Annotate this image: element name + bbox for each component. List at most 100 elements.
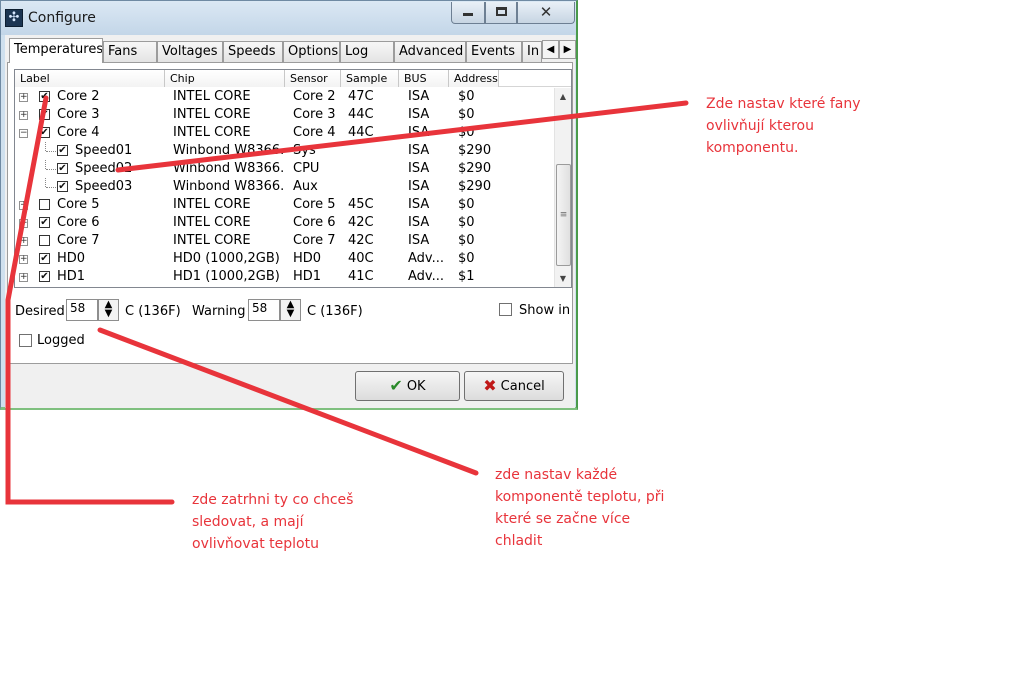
tree-expander-icon[interactable]: + [19, 273, 28, 282]
tree-expander-icon[interactable]: + [19, 93, 28, 102]
tab-speeds[interactable]: Speeds [223, 41, 283, 62]
sensor-checkbox[interactable] [39, 199, 50, 210]
label-cell: Core 6 [57, 215, 100, 230]
sensor-checkbox[interactable]: ✔ [39, 217, 50, 228]
address-cell: $0 [458, 125, 475, 140]
sensor-checkbox[interactable]: ✔ [39, 271, 50, 282]
table-row[interactable]: ✔ Speed03 Winbond W8366... Aux ISA $290 [15, 178, 545, 196]
ok-button[interactable]: ✔ OK [355, 371, 460, 401]
column-header-sample[interactable]: Sample [341, 70, 399, 87]
tab-in[interactable]: In [522, 41, 542, 62]
tab-advanced[interactable]: Advanced [394, 41, 466, 62]
warning-input[interactable]: 58 [248, 299, 280, 321]
tab-log[interactable]: Log [340, 41, 394, 62]
column-header-chip[interactable]: Chip [165, 70, 285, 87]
tree-expander-icon[interactable]: + [19, 255, 28, 264]
label-cell: Core 3 [57, 107, 100, 122]
table-row[interactable]: ✔ Speed01 Winbond W8366... Sys ISA $290 [15, 142, 545, 160]
table-row[interactable]: + ✔ Core 3 INTEL CORE Core 3 44C ISA $0 [15, 106, 545, 124]
table-row[interactable]: + ✔ HD1 HD1 (1000,2GB) HD1 41C Adv... $1 [15, 268, 545, 286]
table-row[interactable]: + ✔ HD0 HD0 (1000,2GB) HD0 40C Adv... $0 [15, 250, 545, 268]
address-cell: $290 [458, 179, 492, 194]
desired-input[interactable]: 58 [66, 299, 98, 321]
tab-strip: Temperatures Fans Voltages Speeds Option… [7, 38, 576, 63]
tab-scroll-left-button[interactable]: ◀ [542, 40, 559, 59]
list-header: Label Chip Sensor Sample BUS Address [15, 70, 571, 87]
column-header-label[interactable]: Label [15, 70, 165, 87]
column-header-bus[interactable]: BUS [399, 70, 449, 87]
show-in-checkbox[interactable] [499, 303, 512, 316]
chip-cell: HD0 (1000,2GB) [173, 251, 280, 266]
table-row[interactable]: + ✔ Core 6 INTEL CORE Core 6 42C ISA $0 [15, 214, 545, 232]
sensor-cell: Core 5 [293, 197, 336, 212]
scroll-thumb[interactable]: ≡ [556, 164, 571, 266]
cancel-button[interactable]: ✖ Cancel [464, 371, 564, 401]
sensor-checkbox[interactable] [39, 235, 50, 246]
table-row[interactable]: + ✔ Core 2 INTEL CORE Core 2 47C ISA $0 [15, 88, 545, 106]
close-button[interactable]: ✕ [517, 2, 575, 24]
sensor-checkbox[interactable]: ✔ [57, 163, 68, 174]
bus-cell: ISA [408, 161, 430, 176]
tab-temperatures[interactable]: Temperatures [9, 38, 103, 63]
tree-expander-icon[interactable]: + [19, 201, 28, 210]
sensor-checkbox[interactable]: ✔ [57, 145, 68, 156]
desired-label: Desired [15, 304, 65, 319]
tree-expander-icon[interactable]: + [19, 111, 28, 120]
maximize-button[interactable] [485, 2, 517, 24]
sensor-list[interactable]: Label Chip Sensor Sample BUS Address + ✔ C… [14, 69, 572, 288]
label-cell: HD1 [57, 269, 86, 284]
sensor-cell: HD0 [293, 251, 322, 266]
address-cell: $290 [458, 143, 492, 158]
desired-spinner[interactable]: ▲ ▼ [98, 299, 119, 321]
address-cell: $0 [458, 107, 475, 122]
table-row[interactable]: + Core 5 INTEL CORE Core 5 45C ISA $0 [15, 196, 545, 214]
tree-connector [45, 178, 46, 187]
logged-checkbox[interactable] [19, 334, 32, 347]
sample-cell: 44C [348, 107, 374, 122]
warning-label: Warning [192, 304, 246, 319]
chip-cell: INTEL CORE [173, 197, 251, 212]
sensor-checkbox[interactable]: ✔ [39, 253, 50, 264]
sensor-checkbox[interactable]: ✔ [57, 181, 68, 192]
annotation-fans-note: Zde nastav které fany ovlivňují kterou k… [706, 96, 861, 156]
sensor-cell: Sys [293, 143, 316, 158]
sample-cell: 44C [348, 125, 374, 140]
fan-icon: ✣ [5, 9, 23, 27]
configure-window: ✣ Configure ✕ Temperatures Fans Voltages… [0, 0, 578, 410]
tree-connector [45, 160, 46, 169]
bus-cell: ISA [408, 233, 430, 248]
logged-label: Logged [37, 333, 85, 348]
address-cell: $0 [458, 89, 475, 104]
minimize-button[interactable] [451, 2, 485, 24]
table-row[interactable]: − ✔ Core 4 INTEL CORE Core 4 44C ISA $0 [15, 124, 545, 142]
sensor-checkbox[interactable]: ✔ [39, 91, 50, 102]
scroll-up-arrow-icon[interactable]: ▲ [555, 88, 571, 105]
tree-connector [45, 142, 46, 151]
arrow-left-icon: ◀ [546, 44, 555, 55]
ok-button-label: OK [406, 379, 426, 394]
tab-scroll-right-button[interactable]: ▶ [559, 40, 576, 59]
tree-expander-icon[interactable]: + [19, 219, 28, 228]
spin-down-icon: ▼ [286, 308, 295, 319]
warning-spinner[interactable]: ▲ ▼ [280, 299, 301, 321]
sensor-cell: CPU [293, 161, 320, 176]
scroll-down-arrow-icon[interactable]: ▼ [555, 270, 571, 287]
tree-expander-icon[interactable]: + [19, 237, 28, 246]
sensor-cell: Core 6 [293, 215, 336, 230]
table-row[interactable]: ✔ Speed02 Winbond W8366... CPU ISA $290 [15, 160, 545, 178]
tree-expander-icon[interactable]: − [19, 129, 28, 138]
list-vertical-scrollbar[interactable]: ▲ ≡ ▼ [554, 88, 571, 287]
chip-cell: INTEL CORE [173, 125, 251, 140]
label-cell: Speed01 [75, 143, 133, 158]
column-header-address[interactable]: Address [449, 70, 499, 87]
tab-events[interactable]: Events [466, 41, 522, 62]
column-header-sensor[interactable]: Sensor [285, 70, 341, 87]
table-row[interactable]: + Core 7 INTEL CORE Core 7 42C ISA $0 [15, 232, 545, 250]
tab-fans[interactable]: Fans [103, 41, 157, 62]
title-bar[interactable]: ✣ Configure ✕ [1, 1, 576, 35]
tab-options[interactable]: Options [283, 41, 340, 62]
tab-voltages[interactable]: Voltages [157, 41, 223, 62]
sensor-checkbox[interactable]: ✔ [39, 127, 50, 138]
sensor-checkbox[interactable]: ✔ [39, 109, 50, 120]
maximize-icon [495, 7, 507, 16]
